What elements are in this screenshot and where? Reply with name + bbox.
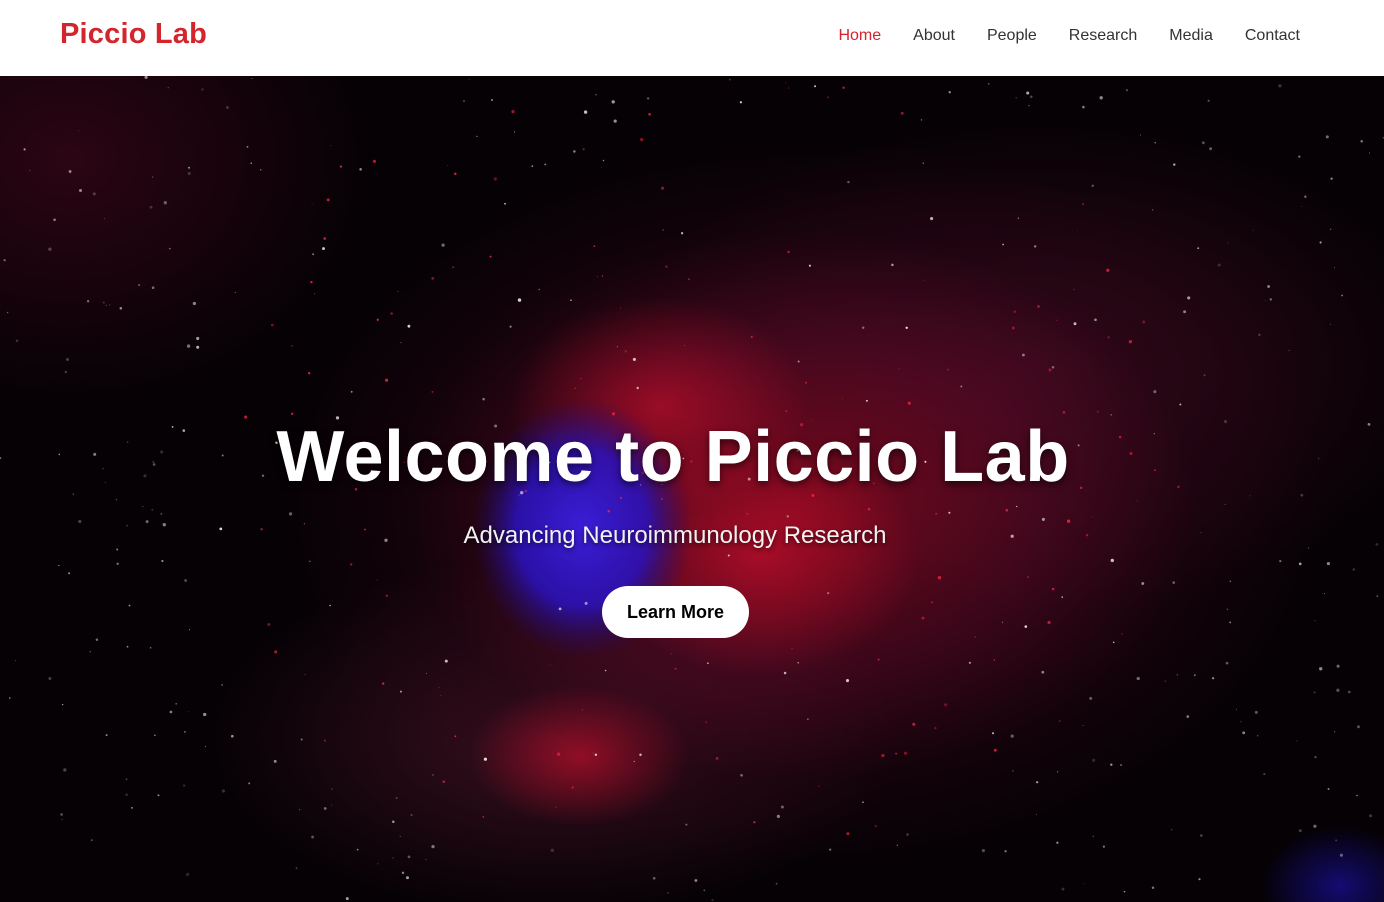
main-nav: Home About People Research Media Contact: [806, 26, 1300, 46]
nav-link-media[interactable]: Media: [1169, 26, 1213, 46]
hero-content: Welcome to Piccio Lab Advancing Neuroimm…: [0, 76, 1384, 902]
nav-link-about[interactable]: About: [913, 26, 955, 46]
nav-link-contact[interactable]: Contact: [1245, 26, 1300, 46]
nav-link-research[interactable]: Research: [1069, 26, 1137, 46]
hero-subtitle: Advancing Neuroimmunology Research: [463, 522, 887, 549]
hero-title: Welcome to Piccio Lab: [276, 417, 1070, 497]
site-logo-link[interactable]: Piccio Lab: [60, 18, 207, 51]
learn-more-button[interactable]: Learn More: [602, 586, 749, 638]
top-navbar: Piccio Lab Home About People Research Me…: [0, 0, 1384, 76]
hero-section: Welcome to Piccio Lab Advancing Neuroimm…: [0, 76, 1384, 902]
nav-link-people[interactable]: People: [987, 26, 1037, 46]
nav-link-home[interactable]: Home: [838, 26, 881, 46]
